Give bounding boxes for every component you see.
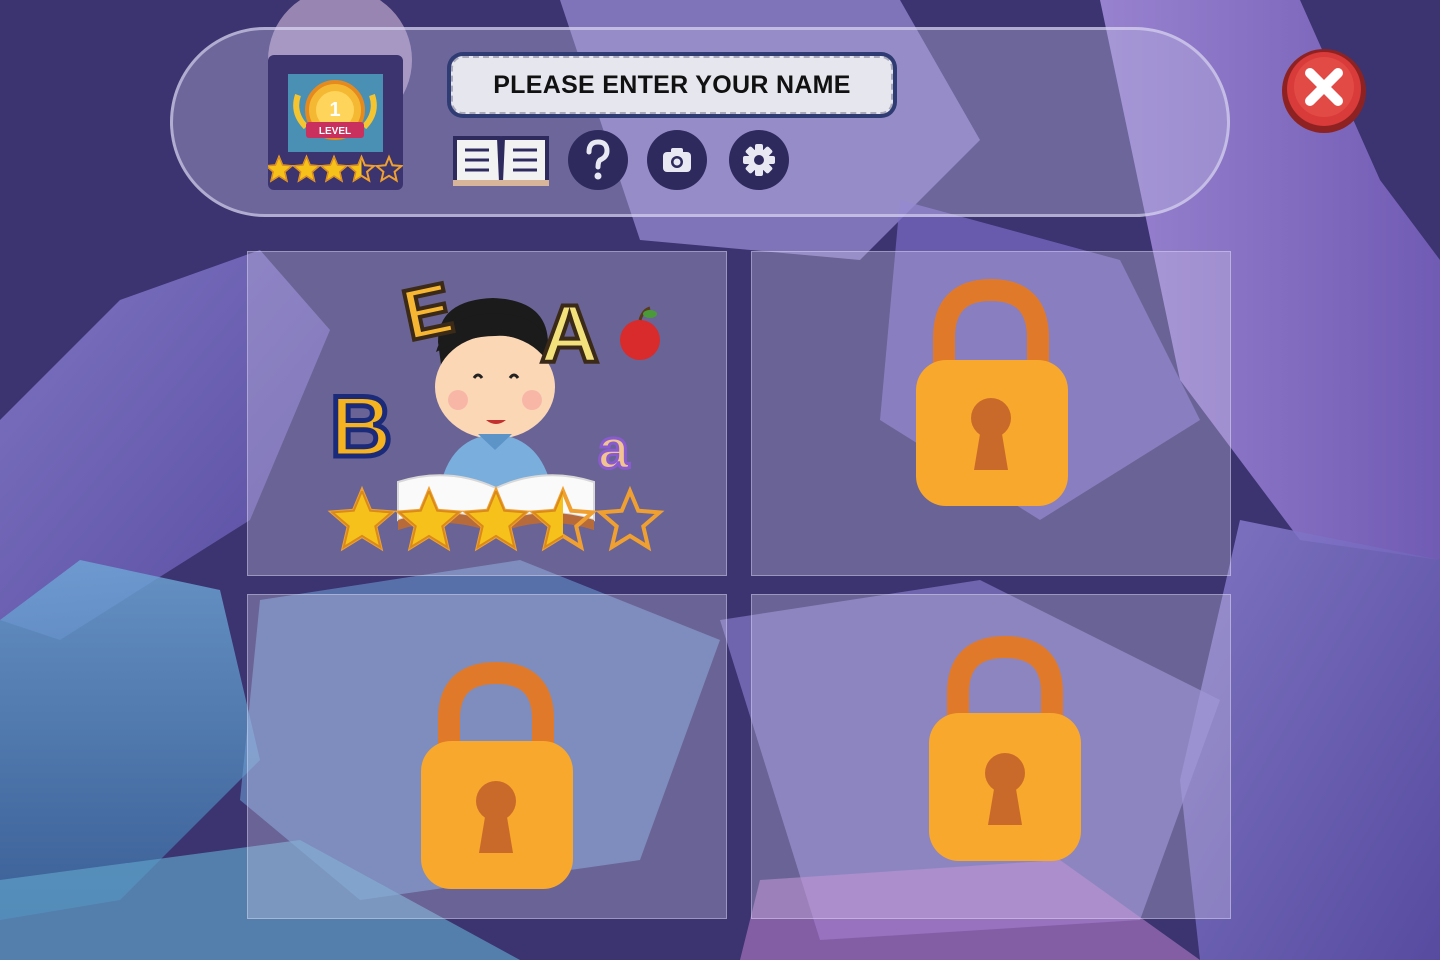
- lock-icon: [916, 278, 1068, 506]
- level-1-rating: [327, 485, 665, 552]
- help-button[interactable]: [568, 130, 628, 190]
- close-button[interactable]: [1280, 47, 1368, 135]
- level-badge[interactable]: 1 LEVEL: [268, 55, 403, 190]
- player-name-field[interactable]: PLEASE ENTER YOUR NAME: [447, 52, 897, 118]
- camera-icon: [663, 148, 691, 172]
- badge-star-2: [291, 154, 322, 183]
- badge-star-5: [374, 154, 403, 183]
- badge-star-4: [346, 154, 377, 183]
- level-card-2[interactable]: [751, 251, 1231, 576]
- level-card-4[interactable]: [751, 594, 1231, 919]
- level1-star-2: [394, 485, 464, 552]
- level1-star-5: [595, 485, 665, 552]
- level-card-1[interactable]: E A B a: [247, 251, 727, 576]
- lock-icon: [929, 635, 1081, 861]
- lock-icon: [421, 661, 573, 889]
- level-card-3[interactable]: [247, 594, 727, 919]
- badge-star-1: [268, 154, 294, 183]
- camera-button[interactable]: [647, 130, 707, 190]
- level1-star-1: [327, 485, 397, 552]
- level-rating: [268, 154, 403, 183]
- help-icon: [586, 139, 610, 180]
- badge-star-3: [319, 154, 349, 183]
- level1-star-3: [461, 485, 531, 552]
- level1-star-4: [528, 485, 598, 552]
- book-icon[interactable]: [451, 130, 551, 188]
- name-placeholder: PLEASE ENTER YOUR NAME: [451, 56, 893, 114]
- settings-button[interactable]: [729, 130, 789, 190]
- settings-icon: [743, 144, 775, 176]
